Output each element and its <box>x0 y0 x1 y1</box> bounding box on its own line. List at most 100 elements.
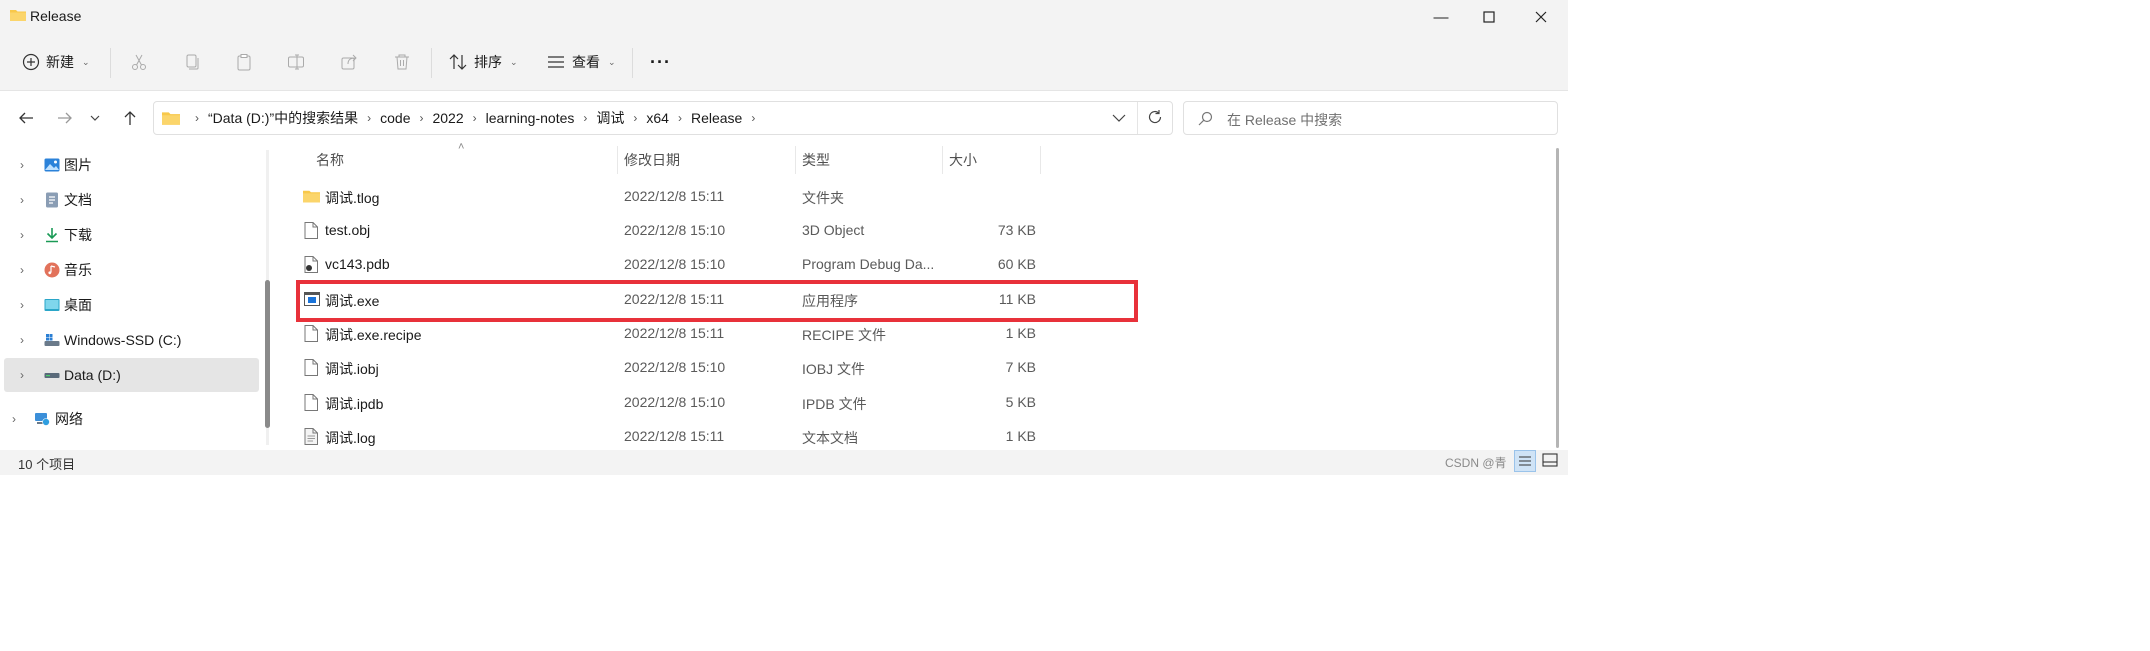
nav-item-data-drive[interactable]: › Data (D:) <box>4 358 259 392</box>
content-scrollbar[interactable] <box>1556 148 1559 448</box>
file-icon <box>304 359 318 376</box>
item-count: 10 个项目 <box>18 457 76 472</box>
chevron-right-icon: › <box>20 368 24 382</box>
toolbar-divider <box>632 48 633 78</box>
file-size: 5 KB <box>1005 394 1036 410</box>
chevron-right-icon: › <box>583 111 588 125</box>
chevron-right-icon: › <box>472 111 477 125</box>
crumb-2022[interactable]: 2022 <box>432 110 463 126</box>
folder-icon <box>162 112 180 125</box>
nav-item-windows-ssd[interactable]: › Windows-SSD (C:) <box>0 323 260 357</box>
delete-button[interactable] <box>393 44 411 80</box>
copy-icon <box>186 54 199 70</box>
back-button[interactable] <box>12 104 40 132</box>
paste-button[interactable] <box>235 44 253 80</box>
chevron-down-icon: ⌄ <box>82 56 90 67</box>
chevron-right-icon: › <box>367 111 372 125</box>
search-box[interactable]: 在 Release 中搜索 <box>1183 101 1558 135</box>
column-divider[interactable] <box>617 146 618 174</box>
file-row[interactable]: 调试.log 2022/12/8 15:11 文本文档 1 KB <box>296 419 1056 453</box>
plus-circle-icon <box>22 53 40 71</box>
new-button-label: 新建 <box>46 54 74 70</box>
nav-item-music[interactable]: › 音乐 <box>0 253 260 287</box>
file-type: 文本文档 <box>802 430 858 446</box>
maximize-icon <box>1483 11 1495 23</box>
view-button-label: 查看 <box>572 54 600 70</box>
column-header-name[interactable]: 名称 <box>316 150 344 170</box>
pictures-icon <box>44 158 60 172</box>
up-button[interactable] <box>116 104 144 132</box>
rename-button[interactable] <box>287 44 305 80</box>
forward-button[interactable] <box>51 104 79 132</box>
clipboard-icon <box>237 54 251 71</box>
file-date: 2022/12/8 15:10 <box>624 359 726 375</box>
maximize-button[interactable] <box>1466 0 1512 34</box>
nav-item-network[interactable]: › 网络 <box>0 402 260 436</box>
file-date: 2022/12/8 15:10 <box>624 394 726 410</box>
nav-item-downloads[interactable]: › 下载 <box>0 218 260 252</box>
cut-button[interactable] <box>130 44 148 80</box>
file-date: 2022/12/8 15:10 <box>624 222 726 238</box>
address-bar[interactable]: › “Data (D:)”中的搜索结果 › code › 2022 › lear… <box>153 101 1173 135</box>
column-header-date[interactable]: 修改日期 <box>624 150 680 170</box>
recent-locations-button[interactable] <box>83 104 107 132</box>
rename-icon <box>288 54 304 70</box>
toolbar-divider <box>110 48 111 78</box>
share-button[interactable] <box>340 44 358 80</box>
crumb-search-results[interactable]: “Data (D:)”中的搜索结果 <box>208 108 358 128</box>
folder-icon <box>10 10 26 21</box>
chevron-down-icon: ⌄ <box>510 56 518 67</box>
sort-button[interactable]: 排序 ⌄ <box>448 44 518 80</box>
nav-item-desktop[interactable]: › 桌面 <box>0 288 260 322</box>
copy-button[interactable] <box>183 44 201 80</box>
crumb-debug[interactable]: 调试 <box>596 108 624 128</box>
file-size: 73 KB <box>997 222 1036 238</box>
column-divider[interactable] <box>795 146 796 174</box>
column-header-type[interactable]: 类型 <box>802 150 830 170</box>
nav-item-documents[interactable]: › 文档 <box>0 183 260 217</box>
column-divider[interactable] <box>1040 146 1041 174</box>
folder-icon <box>303 190 320 203</box>
close-button[interactable] <box>1518 0 1564 34</box>
nav-item-pictures[interactable]: › 图片 <box>0 148 260 182</box>
file-row[interactable]: test.obj 2022/12/8 15:10 3D Object 73 KB <box>296 213 1056 247</box>
file-name: 调试.iobj <box>325 361 379 377</box>
chevron-right-icon: › <box>20 228 24 242</box>
details-view-button[interactable] <box>1514 450 1536 472</box>
file-row[interactable]: 调试.tlog 2022/12/8 15:11 文件夹 <box>296 179 1056 213</box>
sort-ascending-icon: ˄ <box>458 141 465 153</box>
nav-item-label: 桌面 <box>64 297 92 313</box>
nav-item-label: 网络 <box>55 411 83 427</box>
chevron-down-icon: ⌄ <box>608 56 616 67</box>
view-button[interactable]: 查看 ⌄ <box>546 44 616 80</box>
thumbnails-view-button[interactable] <box>1540 450 1562 472</box>
new-button[interactable]: 新建 ⌄ <box>22 44 90 80</box>
file-row[interactable]: 调试.ipdb 2022/12/8 15:10 IPDB 文件 5 KB <box>296 385 1056 419</box>
nav-item-label: 下载 <box>64 227 92 243</box>
crumb-code[interactable]: code <box>380 110 410 126</box>
refresh-button[interactable] <box>1147 109 1163 128</box>
chevron-right-icon: › <box>20 263 24 277</box>
more-icon: ··· <box>650 51 671 72</box>
drive-icon <box>44 373 60 378</box>
minimize-button[interactable]: — <box>1418 0 1464 34</box>
command-bar: 新建 ⌄ 排序 ⌄ 查看 ⌄ ··· <box>0 34 1568 91</box>
file-row[interactable]: vc143.pdb 2022/12/8 15:10 Program Debug … <box>296 247 1056 281</box>
music-icon <box>44 262 60 278</box>
toolbar-divider <box>431 48 432 78</box>
close-icon <box>1535 11 1547 23</box>
column-divider[interactable] <box>942 146 943 174</box>
nav-scrollbar-thumb[interactable] <box>265 280 270 428</box>
status-bar: 10 个项目 CSDN @青 <box>0 450 1568 475</box>
chevron-right-icon: › <box>20 193 24 207</box>
crumb-release[interactable]: Release <box>691 110 742 126</box>
crumb-x64[interactable]: x64 <box>646 110 669 126</box>
file-row[interactable]: 调试.iobj 2022/12/8 15:10 IOBJ 文件 7 KB <box>296 350 1056 384</box>
chevron-right-icon: › <box>419 111 424 125</box>
address-history-button[interactable] <box>1112 111 1126 127</box>
arrow-up-icon <box>124 111 136 125</box>
column-header-size[interactable]: 大小 <box>949 150 977 170</box>
crumb-learning-notes[interactable]: learning-notes <box>486 110 575 126</box>
file-name: 调试.exe.recipe <box>325 327 422 343</box>
more-options-button[interactable]: ··· <box>650 44 671 80</box>
